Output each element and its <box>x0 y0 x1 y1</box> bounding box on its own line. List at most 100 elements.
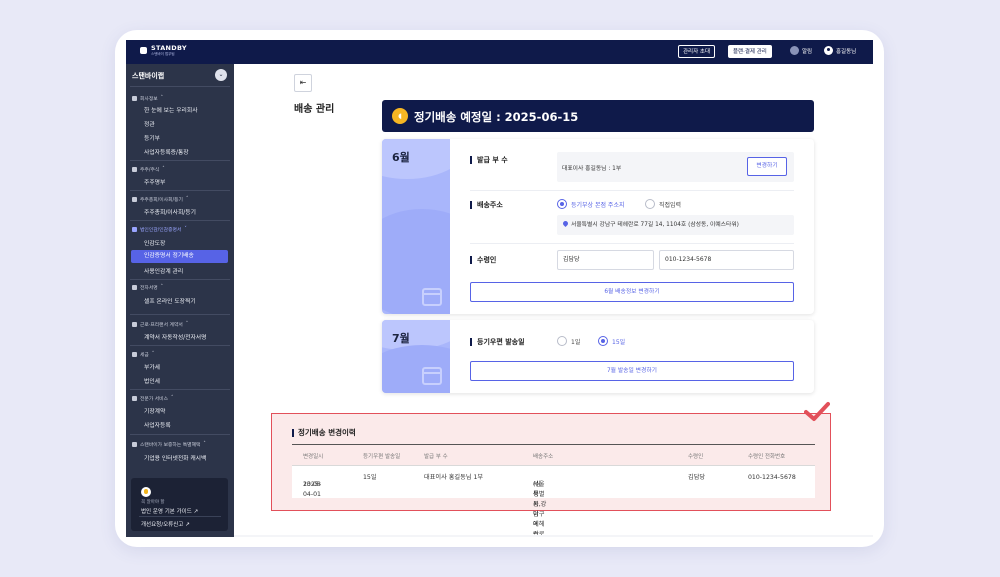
sidebar-item-corp-tax[interactable]: 법인세 <box>144 376 160 385</box>
sidebar-item-shareholder-list[interactable]: 주주명부 <box>144 177 165 186</box>
month-label: 6월 <box>392 151 410 164</box>
recipient-name-input[interactable]: 김담당 <box>557 250 654 270</box>
radio-registered-address[interactable]: 등기부상 본점 주소지 <box>557 199 625 209</box>
user-menu[interactable]: 홍길동님 <box>824 46 856 55</box>
invite-admin-button[interactable]: 관리자 초대 <box>678 45 716 58</box>
divider <box>130 345 230 346</box>
billing-button[interactable]: 플랜·결제 관리 <box>728 45 772 58</box>
copies-value: 대표이사 홍길동님 : 1부 <box>562 166 622 172</box>
calendar-icon <box>422 288 442 306</box>
logo-text: STANDBY <box>151 44 187 52</box>
guide-link[interactable]: 법인 운영 기본 가이드 ↗ <box>141 507 198 515</box>
month-panel: 6월 <box>382 139 450 314</box>
divider <box>130 279 230 280</box>
column-header: 수령인 전화번호 <box>748 454 786 460</box>
sidebar-item-cashback[interactable]: 기업용 인터넷전화 캐시백 <box>144 453 206 462</box>
radio-day-15[interactable]: 15일 <box>598 336 625 346</box>
radio-direct-input[interactable]: 직접입력 <box>645 199 681 209</box>
avatar-icon <box>824 46 833 55</box>
user-name: 홍길동님 <box>836 48 857 55</box>
sidebar-item-contract-auto[interactable]: 계약서 자동작성/전자서명 <box>144 332 206 341</box>
column-header: 등기우편 발송일 <box>363 454 401 460</box>
grid-icon <box>132 197 137 202</box>
app-screen: STANDBY 스탠바이 법무팀 관리자 초대 플랜·결제 관리 알림 홍길동님… <box>126 40 873 537</box>
history-phone: 010-1234-5678 <box>748 474 796 481</box>
divider <box>130 434 230 435</box>
change-copies-button[interactable]: 변경하기 <box>747 157 787 176</box>
building-icon <box>132 96 137 101</box>
sidebar-item-vat[interactable]: 부가세 <box>144 362 160 371</box>
copies-label: 발급 부 수 <box>470 156 508 164</box>
document-icon <box>132 322 137 327</box>
alarm-button[interactable]: 알림 <box>790 46 812 55</box>
history-recipient: 김담당 <box>688 474 706 481</box>
sidebar-group-esign[interactable]: 전자서명 ˄ <box>132 284 163 291</box>
chart-icon <box>132 167 137 172</box>
sidebar-group-company[interactable]: 회사정보 ˄ <box>132 95 163 102</box>
history-title: 정기배송 변경이력 <box>292 429 356 437</box>
divider <box>130 389 230 390</box>
sidebar-group-shareholders[interactable]: 주주/주식 ˄ <box>132 166 165 173</box>
logo[interactable]: STANDBY 스탠바이 법무팀 <box>140 45 187 56</box>
sidebar-item-self-stamp[interactable]: 셀프 온라인 도장찍기 <box>144 296 196 305</box>
month-panel: 7월 <box>382 320 450 393</box>
sidebar-group-tax[interactable]: 세금 ˄ <box>132 351 154 358</box>
sidebar-item-registry[interactable]: 등기부 <box>144 133 160 142</box>
sidebar-item-articles[interactable]: 정관 <box>144 119 155 128</box>
logo-icon <box>140 47 147 54</box>
sidebar-item-seal-usage[interactable]: 사용인감계 관리 <box>144 266 183 275</box>
recipient-phone-input[interactable]: 010-1234-5678 <box>659 250 794 270</box>
sidebar-item-bookkeeping[interactable]: 기장계약 <box>144 406 165 415</box>
divider <box>130 314 230 315</box>
guide-caption: 꼭 알아야 할 <box>141 500 165 505</box>
divider <box>130 160 230 161</box>
save-july-button[interactable]: 7월 발송일 변경하기 <box>470 361 794 381</box>
send-date-label: 등기우편 발송일 <box>470 338 525 346</box>
history-send-day: 15일 <box>363 474 377 481</box>
sidebar-group-expert[interactable]: 전문가 서비스 ˄ <box>132 395 173 402</box>
company-name: 스탠바이랩 <box>132 72 165 80</box>
copies-box: 대표이사 홍길동님 : 1부 변경하기 <box>557 152 794 182</box>
delivery-banner: ◖ 정기배송 예정일 : 2025-06-15 <box>382 100 814 132</box>
sidebar-item-seal[interactable]: 인감도장 <box>144 238 165 247</box>
sidebar-item-overview[interactable]: 한 눈에 보는 우리회사 <box>144 105 198 114</box>
change-history-panel: 정기배송 변경이력 변경일시 등기우편 발송일 발급 부 수 배송주소 수령인 … <box>271 413 831 537</box>
location-pin-icon <box>561 219 570 228</box>
checkmark-icon <box>804 402 830 421</box>
guide-card: 꼭 알아야 할 법인 운영 기본 가이드 ↗ 개선요청/오류신고 ↗ <box>131 478 228 531</box>
divider <box>130 86 230 87</box>
sidebar-group-contracts[interactable]: 근로·프리랜서 계약서 ˄ <box>132 321 188 328</box>
company-switch-button[interactable]: ⌄ <box>215 69 227 81</box>
main-area: ⇤ 배송 관리 ◖ 정기배송 예정일 : 2025-06-15 6월 발급 부 … <box>234 64 873 537</box>
expert-icon <box>132 396 137 401</box>
month-label: 7월 <box>392 332 410 345</box>
sidebar-item-business-license[interactable]: 사업자등록증/통장 <box>144 147 189 156</box>
feedback-link[interactable]: 개선요청/오류신고 ↗ <box>141 520 190 528</box>
sidebar-item-business-registration[interactable]: 사업자등록 <box>144 420 171 429</box>
external-link-icon: ↗ <box>193 509 199 515</box>
megaphone-icon: ◖ <box>392 108 408 124</box>
column-header: 배송주소 <box>533 454 554 460</box>
person-icon <box>132 227 137 232</box>
sidebar: 스탠바이랩 ⌄ 회사정보 ˄ 한 눈에 보는 우리회사 정관 등기부 사업자등록… <box>126 64 234 537</box>
radio-day-1[interactable]: 1일 <box>557 336 580 346</box>
bell-icon <box>790 46 799 55</box>
delivery-date-text: 정기배송 예정일 : 2025-06-15 <box>414 110 579 124</box>
sidebar-group-seal[interactable]: 법인인감/인감증명서 ˅ <box>132 226 187 233</box>
sidebar-item-meetings[interactable]: 주주총회/이사회/등기 <box>144 207 196 216</box>
sidebar-group-meetings[interactable]: 주주총회/이사회/등기 ˄ <box>132 196 188 203</box>
alarm-label: 알림 <box>802 48 813 55</box>
back-button[interactable]: ⇤ <box>294 74 312 92</box>
save-june-button[interactable]: 6월 배송정보 변경하기 <box>470 282 794 302</box>
divider <box>470 243 794 244</box>
june-delivery-card: 6월 발급 부 수 대표이사 홍길동님 : 1부 변경하기 배송주소 등기부상 … <box>382 139 814 314</box>
content-panel: ⇤ 배송 관리 ◖ 정기배송 예정일 : 2025-06-15 6월 발급 부 … <box>234 64 873 537</box>
sidebar-item-seal-delivery[interactable]: 인감증명서 정기배송 <box>131 250 228 263</box>
column-header: 변경일시 <box>303 454 324 460</box>
lightbulb-icon <box>141 487 151 497</box>
july-delivery-card: 7월 등기우편 발송일 1일 15일 7월 발송일 변경하기 <box>382 320 814 393</box>
sidebar-group-benefits[interactable]: 스탠바이가 보증하는 특별혜택 ˄ <box>132 441 206 448</box>
exit-icon: ⇤ <box>299 78 307 87</box>
pen-icon <box>132 285 137 290</box>
calendar-icon <box>422 367 442 385</box>
